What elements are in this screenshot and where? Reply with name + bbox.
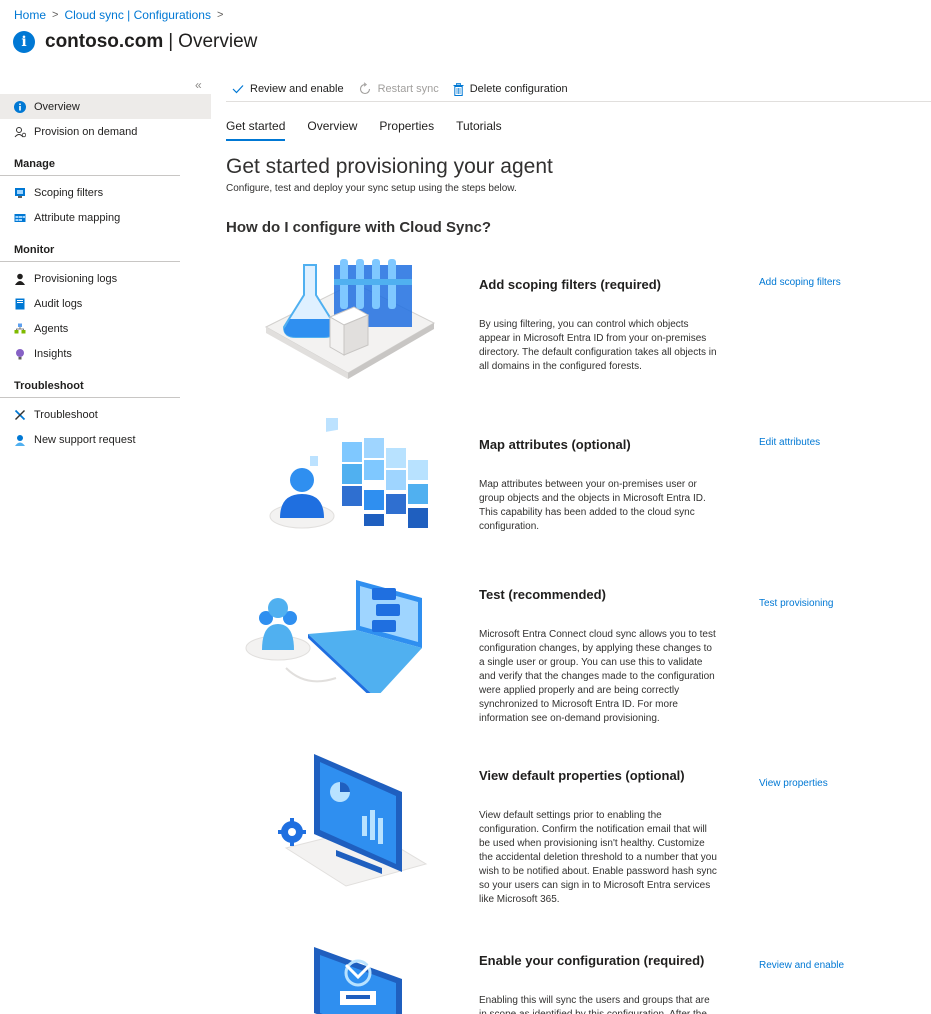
sidebar-item-label: Scoping filters — [34, 186, 104, 199]
sidebar-group-manage: Manage — [0, 150, 180, 176]
sidebar-item-label: New support request — [34, 433, 136, 446]
tab-bar: Get started Overview Properties Tutorial… — [226, 119, 524, 141]
breadcrumb: Home > Cloud sync | Configurations > — [14, 8, 229, 22]
restart-sync-label: Restart sync — [377, 83, 439, 95]
step-title: Map attributes (optional) — [479, 437, 631, 452]
sidebar-item-troubleshoot[interactable]: Troubleshoot — [0, 402, 211, 427]
command-bar: Review and enable Restart sync Delete co… — [226, 77, 931, 102]
step-enable-configuration: Enable your configuration (required) Ena… — [226, 945, 931, 1014]
tab-get-started[interactable]: Get started — [226, 119, 286, 141]
checkmark-icon — [232, 84, 244, 94]
refresh-icon — [358, 82, 372, 96]
scoping-filters-illustration — [264, 259, 436, 379]
review-and-enable-link[interactable]: Review and enable — [759, 960, 844, 971]
person-icon — [14, 273, 26, 285]
breadcrumb-home[interactable]: Home — [14, 8, 46, 22]
view-properties-illustration — [278, 754, 428, 887]
tab-properties[interactable]: Properties — [379, 119, 434, 141]
info-icon — [14, 100, 26, 113]
enable-configuration-illustration — [314, 947, 402, 1014]
page-title-separator: | — [168, 31, 174, 52]
agents-icon — [14, 323, 26, 335]
sidebar-item-label: Troubleshoot — [34, 408, 98, 421]
trash-icon — [453, 82, 464, 96]
review-and-enable-button[interactable]: Review and enable — [232, 83, 344, 95]
collapse-sidebar-button[interactable]: « — [195, 78, 202, 92]
sidebar-item-scoping-filters[interactable]: Scoping filters — [0, 180, 211, 205]
scoping-icon — [14, 187, 26, 199]
restart-sync-button[interactable]: Restart sync — [358, 82, 439, 96]
step-map-attributes: Map attributes (optional) Map attributes… — [226, 418, 931, 543]
table-icon — [14, 212, 26, 224]
step-view-default-properties: View default properties (optional) View … — [226, 752, 931, 912]
step-title: View default properties (optional) — [479, 768, 685, 783]
sidebar-item-audit-logs[interactable]: Audit logs — [0, 291, 211, 316]
book-icon — [14, 298, 26, 310]
sidebar-item-new-support-request[interactable]: New support request — [0, 427, 211, 452]
sidebar-item-label: Overview — [34, 100, 80, 113]
step-description: Microsoft Entra Connect cloud sync allow… — [479, 629, 716, 724]
test-provisioning-link[interactable]: Test provisioning — [759, 598, 833, 609]
add-scoping-filters-link[interactable]: Add scoping filters — [759, 277, 841, 288]
sidebar-item-agents[interactable]: Agents — [0, 316, 211, 341]
step-title: Add scoping filters (required) — [479, 277, 662, 292]
support-icon — [14, 434, 26, 446]
page-title-main: contoso.com — [45, 31, 164, 52]
sidebar-item-provisioning-logs[interactable]: Provisioning logs — [0, 266, 211, 291]
page-title-sub: Overview — [178, 31, 258, 52]
sidebar-group-troubleshoot: Troubleshoot — [0, 372, 180, 398]
main-heading: Get started provisioning your agent — [226, 155, 553, 178]
sidebar-item-label: Audit logs — [34, 297, 83, 310]
edit-attributes-link[interactable]: Edit attributes — [759, 437, 820, 448]
delete-configuration-label: Delete configuration — [469, 83, 568, 95]
main-subheading: Configure, test and deploy your sync set… — [226, 183, 517, 194]
chevron-right-icon: > — [52, 9, 59, 21]
step-description: By using filtering, you can control whic… — [479, 319, 717, 372]
breadcrumb-cloud-sync[interactable]: Cloud sync | Configurations — [64, 8, 211, 22]
sidebar-item-provision-on-demand[interactable]: Provision on demand — [0, 119, 211, 144]
sidebar-item-label: Provisioning logs — [34, 272, 118, 285]
user-sync-icon — [14, 126, 26, 138]
step-title: Enable your configuration (required) — [479, 953, 705, 968]
step-test: Test (recommended) Microsoft Entra Conne… — [226, 578, 931, 728]
sidebar-item-overview[interactable]: Overview — [0, 94, 211, 119]
step-title: Test (recommended) — [479, 587, 606, 602]
sidebar-item-label: Attribute mapping — [34, 211, 121, 224]
section-title: How do I configure with Cloud Sync? — [226, 219, 491, 236]
bulb-icon — [14, 348, 26, 360]
chevron-right-icon: > — [216, 9, 224, 21]
step-scoping-filters: Add scoping filters (required) By using … — [226, 255, 931, 385]
info-icon: i — [13, 31, 35, 53]
delete-configuration-button[interactable]: Delete configuration — [453, 82, 568, 96]
view-properties-link[interactable]: View properties — [759, 778, 828, 789]
sidebar-group-monitor: Monitor — [0, 236, 180, 262]
sidebar-item-label: Provision on demand — [34, 125, 138, 138]
review-and-enable-label: Review and enable — [250, 83, 344, 95]
step-description: Enabling this will sync the users and gr… — [479, 995, 710, 1014]
sidebar-item-insights[interactable]: Insights — [0, 341, 211, 366]
tab-tutorials[interactable]: Tutorials — [456, 119, 502, 141]
sidebar-item-label: Insights — [34, 347, 72, 360]
tab-overview[interactable]: Overview — [307, 119, 357, 141]
page-title: i contoso.com | Overview — [13, 31, 257, 53]
step-description: Map attributes between your on-premises … — [479, 479, 706, 532]
map-attributes-illustration — [269, 418, 428, 529]
sidebar-item-label: Agents — [34, 322, 69, 335]
wrench-icon — [14, 409, 26, 421]
step-description: View default settings prior to enabling … — [479, 810, 717, 905]
sidebar: Overview Provision on demand Manage Scop… — [0, 94, 211, 452]
sidebar-item-attribute-mapping[interactable]: Attribute mapping — [0, 205, 211, 230]
test-illustration — [245, 580, 422, 693]
